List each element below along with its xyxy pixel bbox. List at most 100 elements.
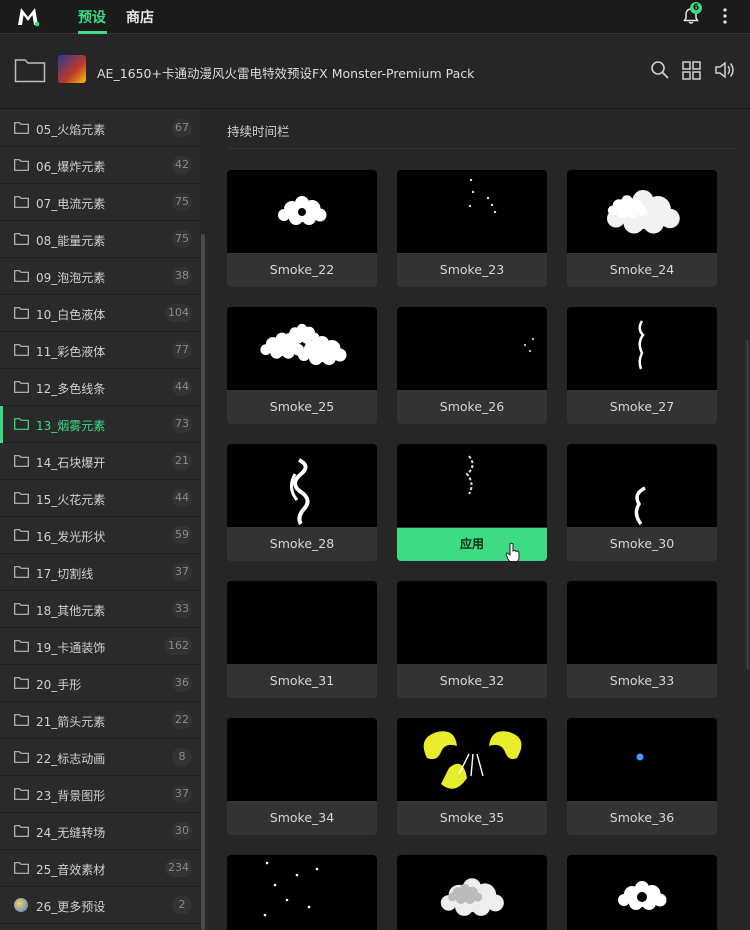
sidebar-item[interactable]: 13_烟雾元素 73 [0,406,200,443]
sidebar-item-label: 20_手形 [36,678,82,692]
preset-card[interactable]: Smoke_31 [227,581,377,698]
pack-thumbnail [58,55,86,83]
sidebar-item[interactable]: 17_切割线 37 [0,554,200,591]
preset-card[interactable]: Smoke_32 [397,581,547,698]
preset-preview [397,581,547,664]
sidebar-item-count: 38 [172,267,192,285]
folder-icon [14,788,29,800]
sidebar-item[interactable]: 09_泡泡元素 38 [0,258,200,295]
sidebar-item[interactable]: 12_多色线条 44 [0,369,200,406]
sidebar-item[interactable]: 19_卡通装饰 162 [0,628,200,665]
sidebar-item[interactable]: 14_石块爆开 21 [0,443,200,480]
preset-card[interactable] [397,855,547,930]
avatar-icon [14,898,28,912]
grid-view-icon[interactable] [681,59,703,81]
more-menu-icon[interactable] [718,7,732,25]
preset-card[interactable]: Smoke_23 [397,170,547,287]
folder-icon [14,159,29,171]
folder-icon [14,529,29,541]
sidebar-item[interactable]: 15_火花元素 44 [0,480,200,517]
sidebar-item[interactable]: 05_火焰元素 67 [0,110,200,147]
preset-preview [227,307,377,390]
sidebar-item[interactable]: 24_无缝转场 30 [0,813,200,850]
volume-icon[interactable] [714,59,736,81]
preset-card-label: Smoke_31 [227,664,377,698]
sidebar-item[interactable]: 11_彩色液体 77 [0,332,200,369]
sidebar-scrollbar[interactable] [201,234,205,930]
folder-icon [14,122,29,134]
sidebar-item[interactable]: 26_更多预设 2 [0,887,200,924]
preset-preview [397,170,547,253]
preset-card[interactable]: Smoke_27 [567,307,717,424]
sidebar-item-label: 05_火焰元素 [36,123,106,137]
sidebar-item[interactable]: 22_标志动画 8 [0,739,200,776]
preset-preview-art [567,581,717,664]
sidebar-item-count: 77 [172,341,192,359]
app-logo[interactable] [16,5,40,27]
preset-card[interactable]: Smoke_35 [397,718,547,835]
folder-icon[interactable] [14,57,46,83]
sidebar-item[interactable]: 07_电流元素 75 [0,184,200,221]
pack-header: AE_1650+卡通动漫风火雷电特效预设FX Monster-Premium P… [0,35,750,109]
preset-card-label: Smoke_36 [567,801,717,835]
folder-icon [14,418,29,430]
preset-preview [397,855,547,930]
preset-card-label: Smoke_22 [227,253,377,287]
preset-card-label: Smoke_24 [567,253,717,287]
sidebar-item-count: 37 [172,563,192,581]
active-tab-indicator [78,31,107,34]
preset-card[interactable]: Smoke_26 [397,307,547,424]
sidebar-item[interactable]: 23_背景图形 37 [0,776,200,813]
sidebar-item-count: 42 [172,156,192,174]
sidebar-item-count: 2 [172,896,192,914]
preset-card[interactable]: Smoke_33 [567,581,717,698]
main-scrollbar[interactable] [746,340,749,670]
preset-card[interactable]: Smoke_30 [567,444,717,561]
tab-store[interactable]: 商店 [126,7,154,27]
preset-preview-art [636,753,644,761]
preset-preview [397,307,547,390]
preset-card[interactable]: Smoke_28 [227,444,377,561]
sidebar-item-label: 15_火花元素 [36,493,106,507]
preset-card[interactable] [227,855,377,930]
sidebar-item-label: 07_电流元素 [36,197,106,211]
sidebar-item[interactable]: 10_白色液体 104 [0,295,200,332]
section-title: 持续时间栏 [227,124,290,139]
preset-preview [567,170,717,253]
preset-grid-area: 持续时间栏 Smoke_22 Smoke_23 Smoke_24 Smoke_25 Sm… [207,110,750,930]
preset-card[interactable]: 应用 [397,444,547,561]
sidebar-item[interactable]: 21_箭头元素 22 [0,702,200,739]
sidebar-item-label: 23_背景图形 [36,789,106,803]
preset-card[interactable]: Smoke_25 [227,307,377,424]
preset-card[interactable] [567,855,717,930]
preset-preview-art [423,731,522,789]
sidebar-item[interactable]: 16_发光形状 59 [0,517,200,554]
sidebar-item[interactable]: 18_其他元素 33 [0,591,200,628]
search-icon[interactable] [649,59,671,81]
preset-card[interactable]: Smoke_34 [227,718,377,835]
preset-preview-art [278,196,327,225]
preset-card[interactable]: Smoke_22 [227,170,377,287]
preset-card[interactable]: Smoke_24 [567,170,717,287]
preset-card-label: Smoke_34 [227,801,377,835]
preset-preview-art [260,323,347,365]
sidebar-item[interactable]: 08_能量元素 75 [0,221,200,258]
preset-preview-art [607,190,680,234]
sidebar-item-label: 26_更多预设 [36,900,106,914]
folder-icon [14,677,29,689]
preset-preview [567,307,717,390]
preset-preview [227,444,377,527]
preset-preview-art [397,581,547,664]
sidebar-item-count: 37 [172,785,192,803]
tab-presets[interactable]: 预设 [78,7,106,27]
apply-button[interactable]: 应用 [397,528,547,561]
sidebar-item[interactable]: 20_手形 36 [0,665,200,702]
top-bar: 预设 商店 6 [0,0,750,34]
sidebar-item[interactable]: 25_音效素材 234 [0,850,200,887]
sidebar-item-count: 8 [172,748,192,766]
sidebar-item-label: 06_爆炸元素 [36,160,106,174]
sidebar-item[interactable]: 06_爆炸元素 42 [0,147,200,184]
preset-preview-art [465,455,474,495]
preset-card[interactable]: Smoke_36 [567,718,717,835]
preset-preview [227,855,377,930]
